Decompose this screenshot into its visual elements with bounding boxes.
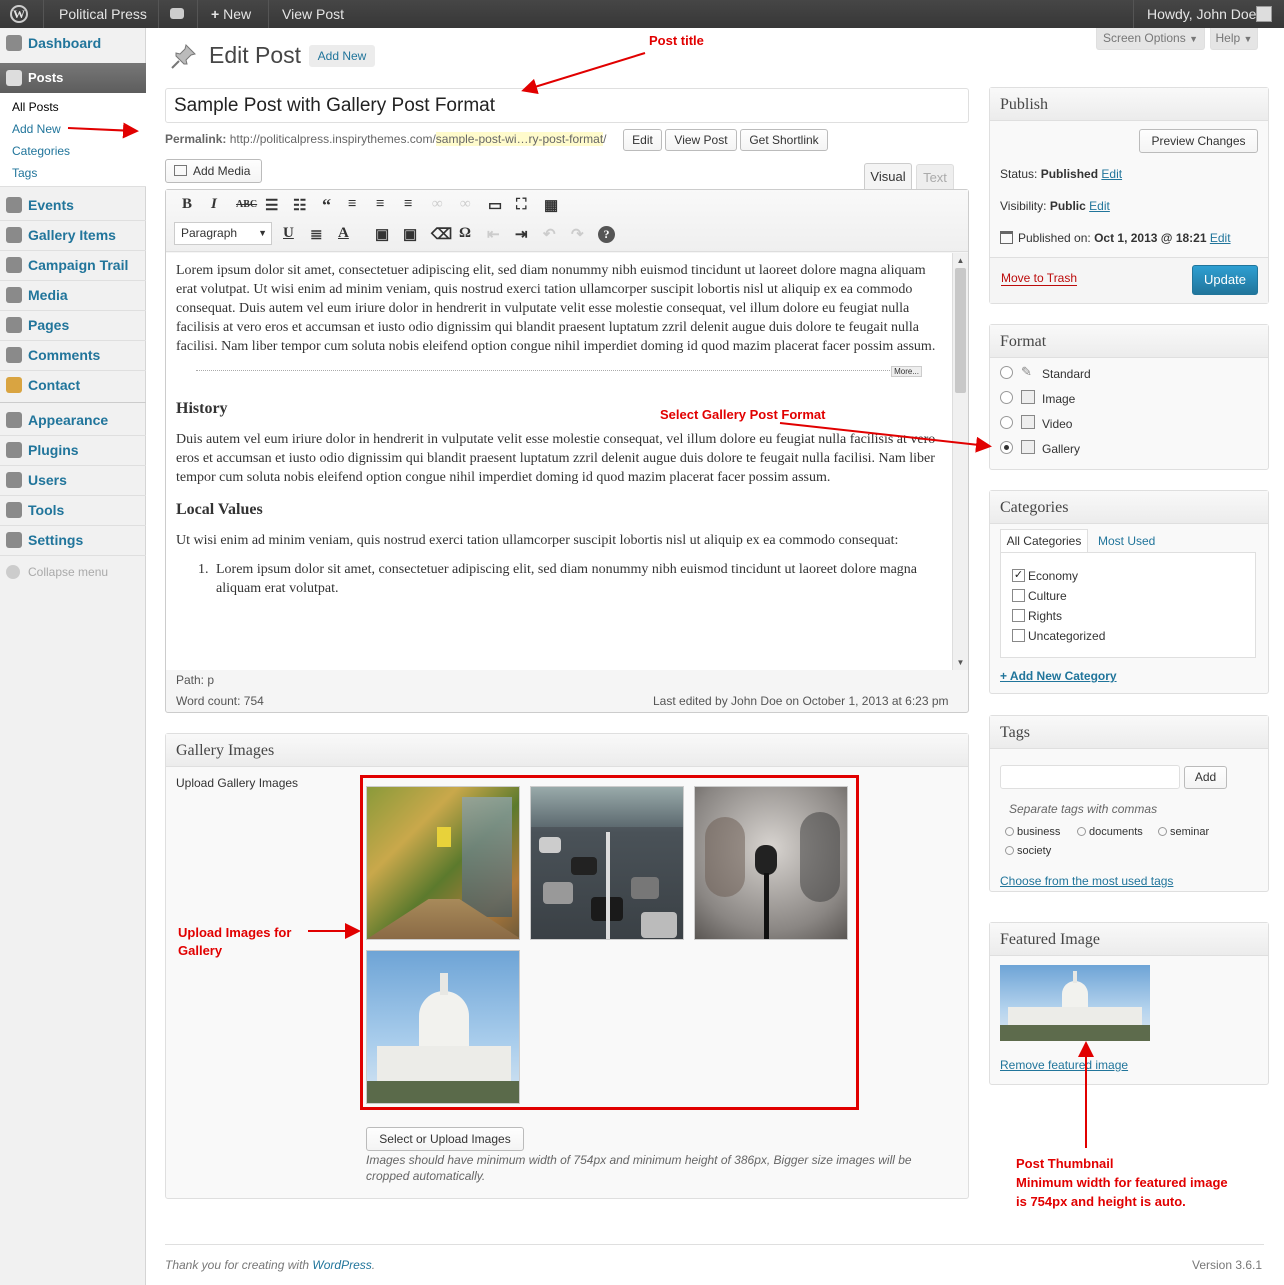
footer-thanks: Thank you for creating with WordPress. xyxy=(165,1258,375,1272)
footer-divider xyxy=(165,1244,1264,1245)
annotation-arrows xyxy=(67,52,1094,1148)
footer-thanks-end: . xyxy=(371,1258,376,1272)
footer-thanks-text: Thank you for creating with xyxy=(165,1258,313,1272)
footer-version: Version 3.6.1 xyxy=(1192,1258,1263,1272)
wordpress-link[interactable]: WordPress xyxy=(312,1258,371,1272)
